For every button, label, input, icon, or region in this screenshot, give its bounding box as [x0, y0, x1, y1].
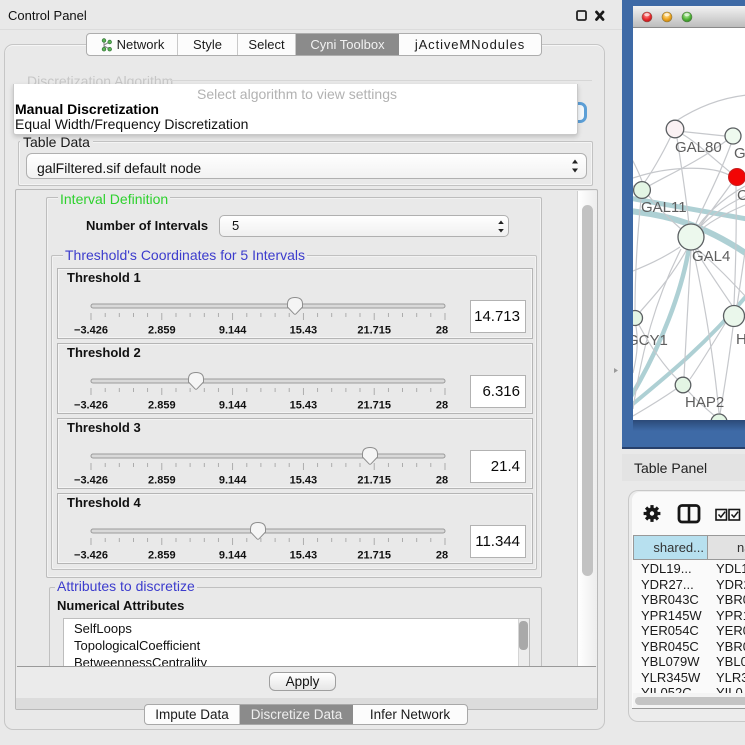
svg-text:−3.426: −3.426 — [74, 475, 108, 487]
svg-text:GA: GA — [734, 145, 745, 162]
svg-text:21.715: 21.715 — [357, 400, 391, 412]
svg-text:2.859: 2.859 — [148, 550, 176, 562]
svg-text:21.715: 21.715 — [357, 475, 391, 487]
svg-text:HAP2: HAP2 — [685, 394, 724, 411]
svg-text:15.43: 15.43 — [290, 400, 318, 412]
svg-text:15.43: 15.43 — [290, 550, 318, 562]
svg-text:9.144: 9.144 — [219, 400, 247, 412]
svg-text:C: C — [737, 187, 745, 204]
svg-text:15.43: 15.43 — [290, 325, 318, 337]
svg-text:H: H — [736, 331, 745, 348]
svg-text:−3.426: −3.426 — [74, 550, 108, 562]
svg-text:28: 28 — [436, 400, 448, 412]
svg-text:21.715: 21.715 — [357, 550, 391, 562]
svg-text:GAL4: GAL4 — [692, 248, 730, 265]
svg-text:−3.426: −3.426 — [74, 325, 108, 337]
svg-text:2.859: 2.859 — [148, 325, 176, 337]
svg-text:2.859: 2.859 — [148, 475, 176, 487]
svg-text:9.144: 9.144 — [219, 550, 247, 562]
svg-text:21.715: 21.715 — [357, 325, 391, 337]
svg-text:GCY1: GCY1 — [633, 332, 668, 349]
svg-text:28: 28 — [436, 550, 448, 562]
svg-text:−3.426: −3.426 — [74, 400, 108, 412]
svg-text:15.43: 15.43 — [290, 475, 318, 487]
svg-text:2.859: 2.859 — [148, 400, 176, 412]
svg-text:9.144: 9.144 — [219, 475, 247, 487]
svg-text:28: 28 — [436, 325, 448, 337]
svg-text:GAL80: GAL80 — [675, 139, 722, 156]
svg-text:28: 28 — [436, 475, 448, 487]
svg-text:GAL11: GAL11 — [641, 199, 687, 216]
svg-text:9.144: 9.144 — [219, 325, 247, 337]
